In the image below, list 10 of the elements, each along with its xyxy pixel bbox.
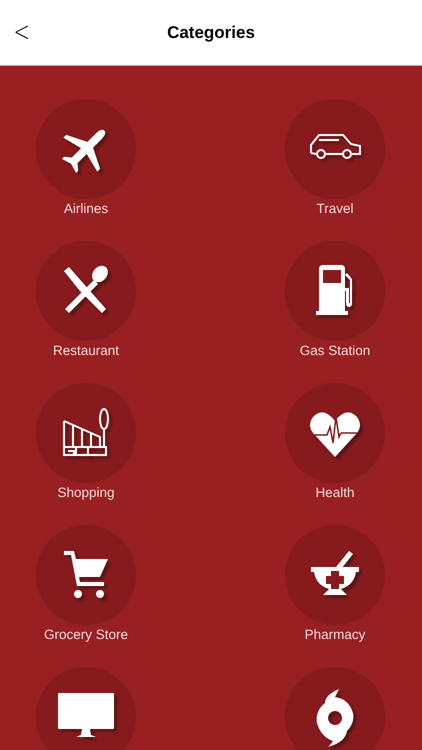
category-label: Shopping: [57, 484, 115, 501]
category-label: Grocery Store: [44, 626, 128, 643]
category-label: Pharmacy: [304, 626, 366, 643]
category-label: Health: [315, 484, 355, 501]
screen-title: Categories: [167, 22, 255, 42]
category-label: Restaurant: [52, 342, 120, 359]
back-button[interactable]: <: [10, 16, 33, 48]
category-label: Gas Station: [300, 342, 370, 359]
category-label: Travel: [316, 200, 354, 217]
category-label: Airlines: [64, 200, 108, 217]
